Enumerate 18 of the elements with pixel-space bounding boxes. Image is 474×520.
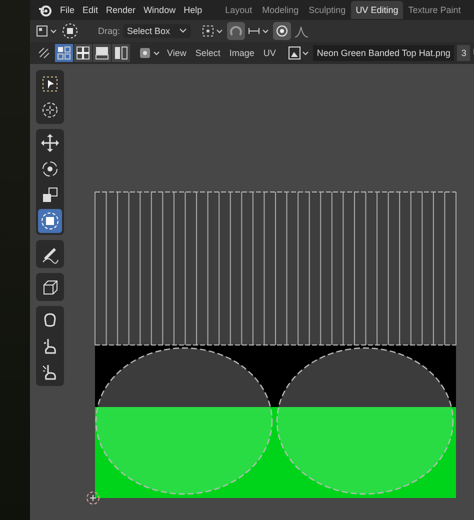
menu-item[interactable]: Image [226,48,258,58]
drag-dropdown[interactable]: Select Box [123,24,192,38]
menu-item[interactable]: Help [180,5,206,15]
workspace-tab[interactable]: Modeling [257,1,304,19]
menu-item[interactable]: UV [260,48,279,58]
user-count[interactable]: 3 [457,45,470,61]
menu-item[interactable]: Edit [78,5,102,15]
menu-item[interactable]: Render [102,5,140,15]
workspace-tab[interactable]: Sculpting [304,1,351,19]
menu-item[interactable]: File [56,5,79,15]
menu-item[interactable]: Select [192,48,224,58]
image-name-field[interactable]: Neon Green Banded Top Hat.png [312,45,454,61]
workspace-tab[interactable]: UV Editing [350,1,404,19]
workspace-tab[interactable]: Texture Paint [403,1,466,19]
menu-item[interactable]: Window [140,5,180,15]
menu-item[interactable]: View [164,48,190,58]
workspace-tab[interactable]: Layout [220,1,258,19]
drag-label: Drag: [98,26,120,36]
